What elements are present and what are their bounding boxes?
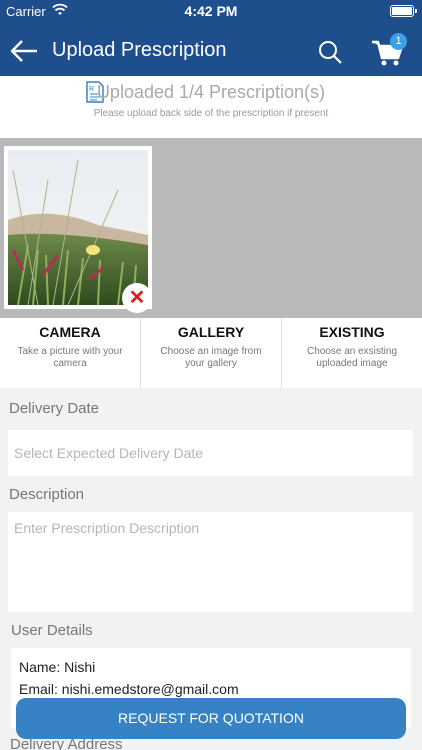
gallery-option-desc: Choose an image from your gallery [160, 346, 262, 369]
back-arrow-icon[interactable] [8, 36, 40, 66]
existing-option-desc: Choose an exsisting uploaded image [306, 346, 398, 369]
existing-option[interactable]: EXISTING Choose an exsisting uploaded im… [282, 318, 422, 388]
delivery-date-label: Delivery Date [9, 400, 100, 417]
user-name: Name: Nishi [19, 659, 96, 675]
prescription-thumbnail[interactable]: ✕ [4, 146, 152, 313]
remove-image-button[interactable]: ✕ [122, 283, 152, 313]
camera-option[interactable]: CAMERA Take a picture with your camera [0, 318, 141, 388]
upload-status: R Uploaded 1/4 Prescription(s) Please up… [0, 76, 422, 138]
user-details-label: User Details [11, 622, 93, 639]
status-time: 4:42 PM [184, 3, 238, 19]
request-quotation-button[interactable]: REQUEST FOR QUOTATION [16, 698, 406, 739]
app-header: Carrier 4:42 PM Upload Prescription 1 [0, 0, 422, 76]
camera-option-desc: Take a picture with your camera [17, 346, 123, 369]
upload-hint-text: Please upload back side of the prescript… [93, 108, 329, 119]
camera-option-label: CAMERA [39, 324, 101, 340]
description-label: Description [9, 486, 85, 503]
description-field[interactable]: Enter Prescription Description [8, 512, 413, 612]
page-title: Upload Prescription [52, 39, 227, 61]
image-source-options: CAMERA Take a picture with your camera G… [0, 318, 422, 388]
existing-option-label: EXISTING [319, 324, 385, 340]
gallery-option[interactable]: GALLERY Choose an image from your galler… [141, 318, 282, 388]
delivery-date-field[interactable]: Select Expected Delivery Date [8, 430, 413, 476]
gallery-option-label: GALLERY [177, 324, 245, 340]
search-icon[interactable] [317, 39, 343, 65]
status-bar: Carrier 4:42 PM [0, 0, 422, 22]
upload-count-text: Uploaded 1/4 Prescription(s) [96, 82, 326, 102]
cart-count-badge: 1 [390, 33, 407, 50]
battery-icon [390, 5, 417, 17]
nav-bar: Upload Prescription 1 [0, 30, 422, 72]
prescription-image [8, 150, 148, 305]
prescription-gallery: ✕ [0, 138, 422, 318]
user-email: Email: nishi.emedstore@gmail.com [19, 681, 239, 697]
